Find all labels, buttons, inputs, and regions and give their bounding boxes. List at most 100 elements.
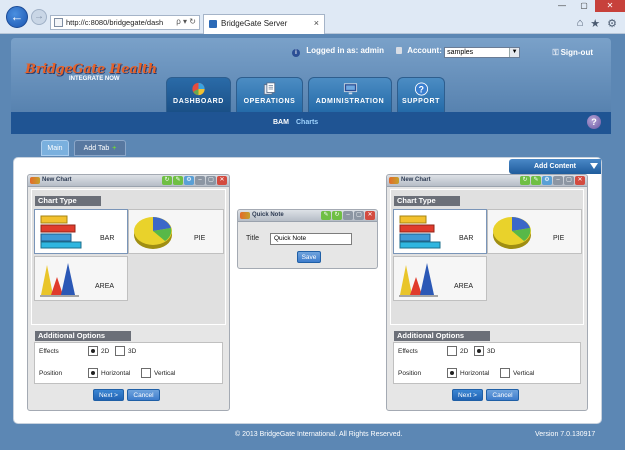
position-vertical-label: Vertical [513,370,535,377]
close-icon[interactable]: ✕ [365,211,375,220]
browser-tools: ⌂ ★ ⚙ [577,17,617,30]
tab-administration-label: ADMINISTRATION [315,98,385,105]
add-tab-button[interactable]: Add Tab + [74,140,126,156]
cancel-button[interactable]: Cancel [127,389,160,401]
next-button[interactable]: Next > [93,389,124,401]
position-vertical-radio[interactable] [500,368,510,378]
browser-tab[interactable]: BridgeGate Server × [203,14,325,34]
chart-option-area[interactable]: AREA [34,256,128,301]
page-icon [54,18,63,27]
chevron-down-icon[interactable]: ▼ [509,48,520,57]
refresh-icon[interactable]: ↻ [162,176,172,185]
minimize-icon[interactable]: – [343,211,353,220]
effects-3d-label: 3D [128,348,137,355]
bar-chart-icon [399,215,441,249]
widget-titlebar[interactable]: New Chart ↻ ✎ ⚙ – ▢ ✕ [387,175,587,187]
add-content-button[interactable]: Add Content [509,159,601,174]
window-controls: — ▢ ✕ [551,0,625,12]
tab-dashboard[interactable]: DASHBOARD [166,77,231,113]
cancel-button[interactable]: Cancel [486,389,519,401]
forward-button[interactable]: → [31,9,47,25]
dashboard-tab-main[interactable]: Main [41,140,69,156]
area-label: AREA [95,283,115,290]
minimize-button[interactable]: — [551,0,573,12]
position-horizontal-radio[interactable] [447,368,457,378]
maximize-icon[interactable]: ▢ [564,176,574,185]
note-title-input[interactable]: Quick Note [270,233,352,245]
maximize-button[interactable]: ▢ [573,0,595,12]
widget-titlebar[interactable]: New Chart ↻ ✎ ⚙ – ▢ ✕ [28,175,229,187]
refresh-icon[interactable]: ↻ [332,211,342,220]
chart-option-bar[interactable]: BAR [393,209,487,254]
chart-option-pie[interactable]: PIE [487,209,582,254]
add-tab-label: Add Tab [83,145,110,152]
position-horizontal-label: Horizontal [101,370,131,377]
position-horizontal-radio[interactable] [88,368,98,378]
close-icon[interactable]: ✕ [575,176,585,185]
refresh-icon[interactable]: ↻ [520,176,530,185]
address-bar[interactable]: http://c:8080/bridgegate/dash ρ ▾ ↻ [50,15,200,30]
chart-type-panel: Chart Type BAR PIE AREA [31,189,226,325]
effects-3d-radio[interactable] [474,346,484,356]
edit-icon[interactable]: ✎ [321,211,331,220]
address-tools-icon[interactable]: ρ ▾ ↻ [176,17,196,26]
question-icon: ? [414,82,428,96]
effects-label: Effects [398,348,418,355]
additional-options-heading: Additional Options [35,331,131,341]
sub-nav-charts[interactable]: Charts [296,119,318,126]
sub-navigation: BAM Charts ? [11,112,611,134]
edit-icon[interactable]: ✎ [531,176,541,185]
minimize-icon[interactable]: – [195,176,205,185]
chart-option-bar[interactable]: BAR [34,209,128,254]
home-icon[interactable]: ⌂ [577,17,584,30]
svg-text:?: ? [418,85,424,95]
position-vertical-label: Vertical [154,370,176,377]
help-icon[interactable]: ? [587,115,601,129]
widget-title: New Chart [42,177,72,183]
favorites-icon[interactable]: ★ [590,17,600,30]
tab-dashboard-label: DASHBOARD [173,98,224,105]
settings-icon[interactable]: ⚙ [184,176,194,185]
tab-support-label: SUPPORT [401,98,441,105]
minimize-icon[interactable]: – [553,176,563,185]
new-chart-widget: New Chart ↻ ✎ ⚙ – ▢ ✕ Chart Type BAR PIE… [386,174,588,411]
chart-option-area[interactable]: AREA [393,256,487,301]
close-window-button[interactable]: ✕ [595,0,625,12]
back-button[interactable]: ← [6,6,28,28]
next-button[interactable]: Next > [452,389,483,401]
close-icon[interactable]: ✕ [217,176,227,185]
chart-type-heading: Chart Type [35,196,101,206]
effects-2d-radio[interactable] [88,346,98,356]
plus-icon: + [112,145,117,152]
maximize-icon[interactable]: ▢ [206,176,216,185]
address-text[interactable]: http://c:8080/bridgegate/dash [66,18,171,27]
logo-text: BridgeGate Health [25,62,157,77]
widget-title: New Chart [401,177,431,183]
widget-controls: ✎ ↻ – ▢ ✕ [321,211,375,220]
edit-icon[interactable]: ✎ [173,176,183,185]
tab-operations[interactable]: OPERATIONS [236,77,303,113]
tab-administration[interactable]: ADMINISTRATION [308,77,392,113]
position-vertical-radio[interactable] [141,368,151,378]
account-select[interactable]: samples ▼ [444,47,521,58]
settings-icon[interactable]: ⚙ [542,176,552,185]
chart-option-pie[interactable]: PIE [128,209,224,254]
pie-label: PIE [194,235,206,242]
tab-support[interactable]: ? SUPPORT [397,77,445,113]
maximize-icon[interactable]: ▢ [354,211,364,220]
widget-titlebar[interactable]: Quick Note ✎ ↻ – ▢ ✕ [238,210,377,222]
effects-2d-radio[interactable] [447,346,457,356]
tab-close-icon[interactable]: × [314,18,319,28]
bridgegate-mini-icon [30,177,40,184]
monitor-icon [343,83,357,95]
additional-options-panel: Effects 2D 3D Position Horizontal Vertic… [393,342,581,384]
footer-version: Version 7.0.130917 [535,431,596,438]
sub-nav-bam[interactable]: BAM [273,119,289,126]
area-chart-icon [40,263,79,297]
settings-gear-icon[interactable]: ⚙ [607,17,617,30]
effects-3d-radio[interactable] [115,346,125,356]
save-button[interactable]: Save [297,251,321,263]
signout-link[interactable]: ⚿ Sign-out [552,48,593,58]
pie-chart-icon [493,217,531,249]
position-horizontal-label: Horizontal [460,370,490,377]
